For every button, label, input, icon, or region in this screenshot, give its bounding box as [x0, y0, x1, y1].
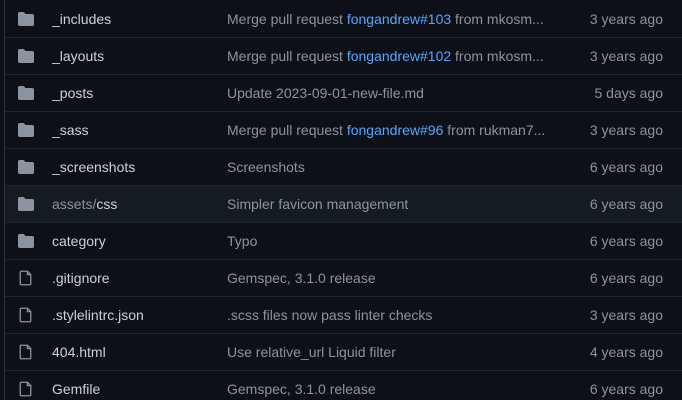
folder-icon	[18, 85, 34, 101]
file-name[interactable]: _layouts	[52, 48, 222, 64]
file-name[interactable]: _posts	[52, 85, 222, 101]
file-row[interactable]: .stylelintrc.json .scss files now pass l…	[5, 296, 682, 333]
commit-age: 4 years ago	[589, 344, 663, 360]
file-row[interactable]: Gemfile Gemspec, 3.1.0 release 6 years a…	[5, 370, 682, 400]
pull-request-link[interactable]: fongandrew#96	[347, 122, 444, 138]
path-prefix[interactable]: assets/	[52, 196, 96, 212]
file-name[interactable]: 404.html	[52, 344, 222, 360]
commit-age: 3 years ago	[589, 307, 663, 323]
file-table: _includes Merge pull request fongandrew#…	[4, 0, 682, 400]
file-icon	[18, 270, 34, 286]
pull-request-link[interactable]: fongandrew#102	[347, 48, 451, 64]
commit-message[interactable]: Screenshots	[227, 159, 557, 175]
file-icon	[18, 381, 34, 397]
commit-age: 5 days ago	[594, 85, 664, 101]
commit-message[interactable]: Merge pull request fongandrew#103 from m…	[227, 11, 557, 27]
folder-icon	[18, 196, 34, 212]
file-icon	[18, 344, 34, 360]
file-row[interactable]: _screenshots Screenshots 6 years ago	[5, 148, 682, 185]
commit-message[interactable]: Use relative_url Liquid filter	[227, 344, 557, 360]
file-row[interactable]: .gitignore Gemspec, 3.1.0 release 6 year…	[5, 259, 682, 296]
file-name[interactable]: _sass	[52, 122, 222, 138]
commit-age: 3 years ago	[589, 48, 663, 64]
file-row[interactable]: assets/css Simpler favicon management 6 …	[5, 185, 682, 222]
file-name[interactable]: assets/css	[52, 196, 222, 212]
folder-icon	[18, 122, 34, 138]
commit-age: 6 years ago	[589, 196, 663, 212]
file-row[interactable]: 404.html Use relative_url Liquid filter …	[5, 333, 682, 370]
commit-message[interactable]: .scss files now pass linter checks	[227, 307, 557, 323]
file-row[interactable]: category Typo 6 years ago	[5, 222, 682, 259]
file-row[interactable]: _includes Merge pull request fongandrew#…	[5, 0, 682, 37]
file-row[interactable]: _posts Update 2023-09-01-new-file.md 5 d…	[5, 74, 682, 111]
folder-icon	[18, 48, 34, 64]
commit-age: 6 years ago	[589, 233, 663, 249]
file-row[interactable]: _layouts Merge pull request fongandrew#1…	[5, 37, 682, 74]
commit-age: 6 years ago	[589, 270, 663, 286]
commit-age: 3 years ago	[589, 122, 663, 138]
commit-message[interactable]: Gemspec, 3.1.0 release	[227, 381, 557, 397]
commit-message[interactable]: Gemspec, 3.1.0 release	[227, 270, 557, 286]
file-name[interactable]: .gitignore	[52, 270, 222, 286]
file-row[interactable]: _sass Merge pull request fongandrew#96 f…	[5, 111, 682, 148]
folder-icon	[18, 11, 34, 27]
file-name[interactable]: Gemfile	[52, 381, 222, 397]
commit-message[interactable]: Typo	[227, 233, 557, 249]
file-icon	[18, 307, 34, 323]
commit-message[interactable]: Merge pull request fongandrew#102 from m…	[227, 48, 557, 64]
folder-icon	[18, 159, 34, 175]
commit-age: 6 years ago	[589, 381, 663, 397]
file-name[interactable]: _screenshots	[52, 159, 222, 175]
commit-message[interactable]: Update 2023-09-01-new-file.md	[227, 85, 557, 101]
folder-icon	[18, 233, 34, 249]
commit-message[interactable]: Simpler favicon management	[227, 196, 557, 212]
commit-age: 6 years ago	[589, 159, 663, 175]
file-name[interactable]: .stylelintrc.json	[52, 307, 222, 323]
commit-age: 3 years ago	[589, 10, 663, 27]
pull-request-link[interactable]: fongandrew#103	[347, 11, 451, 27]
file-name[interactable]: category	[52, 233, 222, 249]
commit-message[interactable]: Merge pull request fongandrew#96 from ru…	[227, 122, 557, 138]
file-name[interactable]: _includes	[52, 11, 222, 27]
